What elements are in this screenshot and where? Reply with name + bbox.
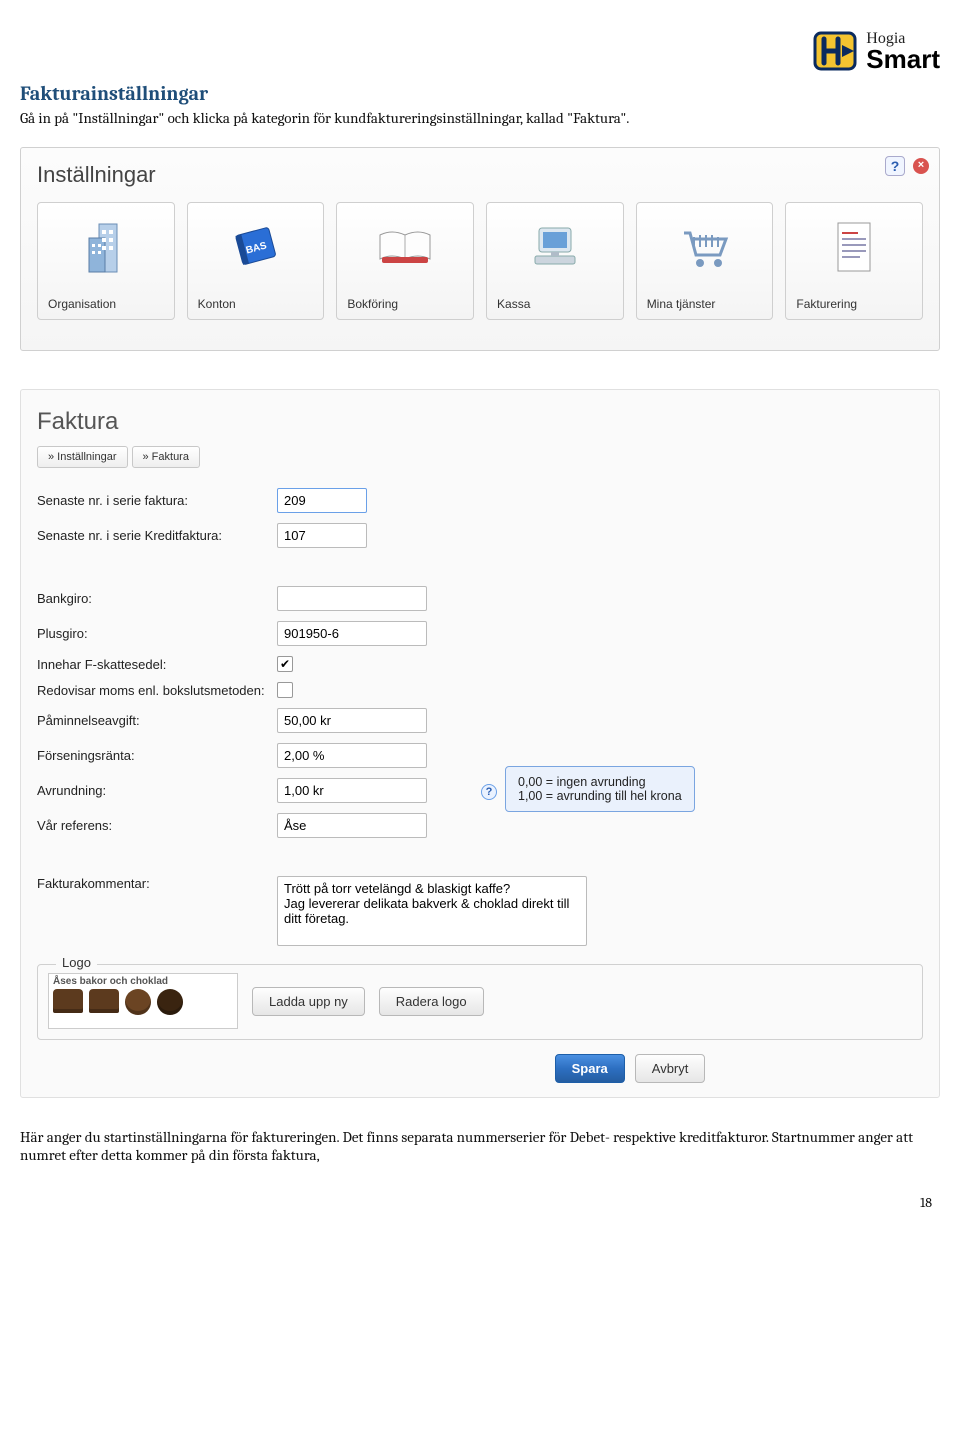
crumb-faktura[interactable]: » Faktura	[132, 446, 200, 468]
input-bankgiro[interactable]	[277, 586, 427, 611]
settings-panel: ? × Inställningar	[20, 147, 940, 351]
tile-organisation[interactable]: Organisation	[37, 202, 175, 320]
invoice-doc-icon	[796, 213, 912, 281]
tile-label: Bokföring	[347, 297, 463, 311]
label-serie-faktura: Senaste nr. i serie faktura:	[37, 493, 267, 508]
input-serie-faktura[interactable]	[277, 488, 367, 513]
logo-thumbnail: Åses bakor och choklad	[48, 973, 238, 1029]
breadcrumb: » Inställningar » Faktura	[37, 446, 923, 468]
book-icon: BAS	[198, 213, 314, 281]
open-book-icon	[347, 213, 463, 281]
outro-text: Här anger du startinställningarna för fa…	[20, 1128, 940, 1164]
tile-label: Kassa	[497, 297, 613, 311]
tile-bokforing[interactable]: Bokföring	[336, 202, 474, 320]
choco-icon	[89, 989, 119, 1013]
checkbox-fskatt[interactable]: ✔	[277, 656, 293, 672]
upload-logo-button[interactable]: Ladda upp ny	[252, 987, 365, 1016]
tile-label: Organisation	[48, 297, 164, 311]
label-fskatt: Innehar F-skattesedel:	[37, 657, 267, 672]
input-plusgiro[interactable]	[277, 621, 427, 646]
checkbox-bokslut[interactable]: ✔	[277, 682, 293, 698]
label-bankgiro: Bankgiro:	[37, 591, 267, 606]
logo-legend: Logo	[56, 955, 97, 970]
input-forsening[interactable]	[277, 743, 427, 768]
faktura-panel: Faktura » Inställningar » Faktura Senast…	[20, 389, 940, 1098]
action-row: Spara Avbryt	[337, 1054, 923, 1083]
tile-label: Konton	[198, 297, 314, 311]
input-var-referens[interactable]	[277, 813, 427, 838]
faktura-panel-title: Faktura	[37, 408, 923, 436]
label-bokslut: Redovisar moms enl. bokslutsmetoden:	[37, 683, 267, 698]
tooltip-line2: 1,00 = avrunding till hel krona	[518, 789, 682, 803]
truffle-icon	[157, 989, 183, 1015]
page-heading: Fakturainställningar	[20, 82, 940, 105]
label-avrundning: Avrundning:	[37, 783, 267, 798]
tile-kassa[interactable]: Kassa	[486, 202, 624, 320]
save-button[interactable]: Spara	[555, 1054, 625, 1083]
intro-text: Gå in på "Inställningar" och klicka på k…	[20, 109, 940, 127]
help-icon[interactable]: ?	[885, 156, 905, 176]
tile-fakturering[interactable]: Fakturering	[785, 202, 923, 320]
tooltip-line1: 0,00 = ingen avrunding	[518, 775, 682, 789]
settings-tile-row: Organisation BAS Konton	[37, 202, 923, 320]
input-paminnelse[interactable]	[277, 708, 427, 733]
avrundning-tooltip: 0,00 = ingen avrunding 1,00 = avrunding …	[505, 766, 695, 812]
settings-panel-title: Inställningar	[37, 162, 923, 188]
label-forsening: Förseningsränta:	[37, 748, 267, 763]
input-serie-kreditfaktura[interactable]	[277, 523, 367, 548]
tile-label: Fakturering	[796, 297, 912, 311]
logo-caption: Åses bakor och choklad	[53, 976, 233, 987]
label-plusgiro: Plusgiro:	[37, 626, 267, 641]
label-kommentar: Fakturakommentar:	[37, 876, 267, 891]
close-icon[interactable]: ×	[913, 158, 929, 174]
logo-fieldset: Logo Åses bakor och choklad Ladda upp ny…	[37, 964, 923, 1040]
brand-logo: Hogia Smart	[20, 30, 940, 72]
label-var-referens: Vår referens:	[37, 818, 267, 833]
tile-mina-tjanster[interactable]: Mina tjänster	[636, 202, 774, 320]
choco-icon	[53, 989, 83, 1013]
brand-text-line2: Smart	[866, 48, 940, 71]
info-icon[interactable]: ?	[481, 784, 497, 800]
delete-logo-button[interactable]: Radera logo	[379, 987, 484, 1016]
building-icon	[48, 213, 164, 281]
computer-icon	[497, 213, 613, 281]
tile-konton[interactable]: BAS Konton	[187, 202, 325, 320]
truffle-icon	[125, 989, 151, 1015]
page-number: 18	[20, 1194, 940, 1211]
cancel-button[interactable]: Avbryt	[635, 1054, 706, 1083]
tile-label: Mina tjänster	[647, 297, 763, 311]
textarea-kommentar[interactable]	[277, 876, 587, 946]
label-paminnelse: Påminnelseavgift:	[37, 713, 267, 728]
hogia-logo-icon	[812, 30, 858, 72]
faktura-form: Senaste nr. i serie faktura: Senaste nr.…	[37, 488, 923, 946]
cart-icon	[647, 213, 763, 281]
input-avrundning[interactable]	[277, 778, 427, 803]
crumb-installningar[interactable]: » Inställningar	[37, 446, 128, 468]
label-serie-kreditfaktura: Senaste nr. i serie Kreditfaktura:	[37, 528, 267, 543]
